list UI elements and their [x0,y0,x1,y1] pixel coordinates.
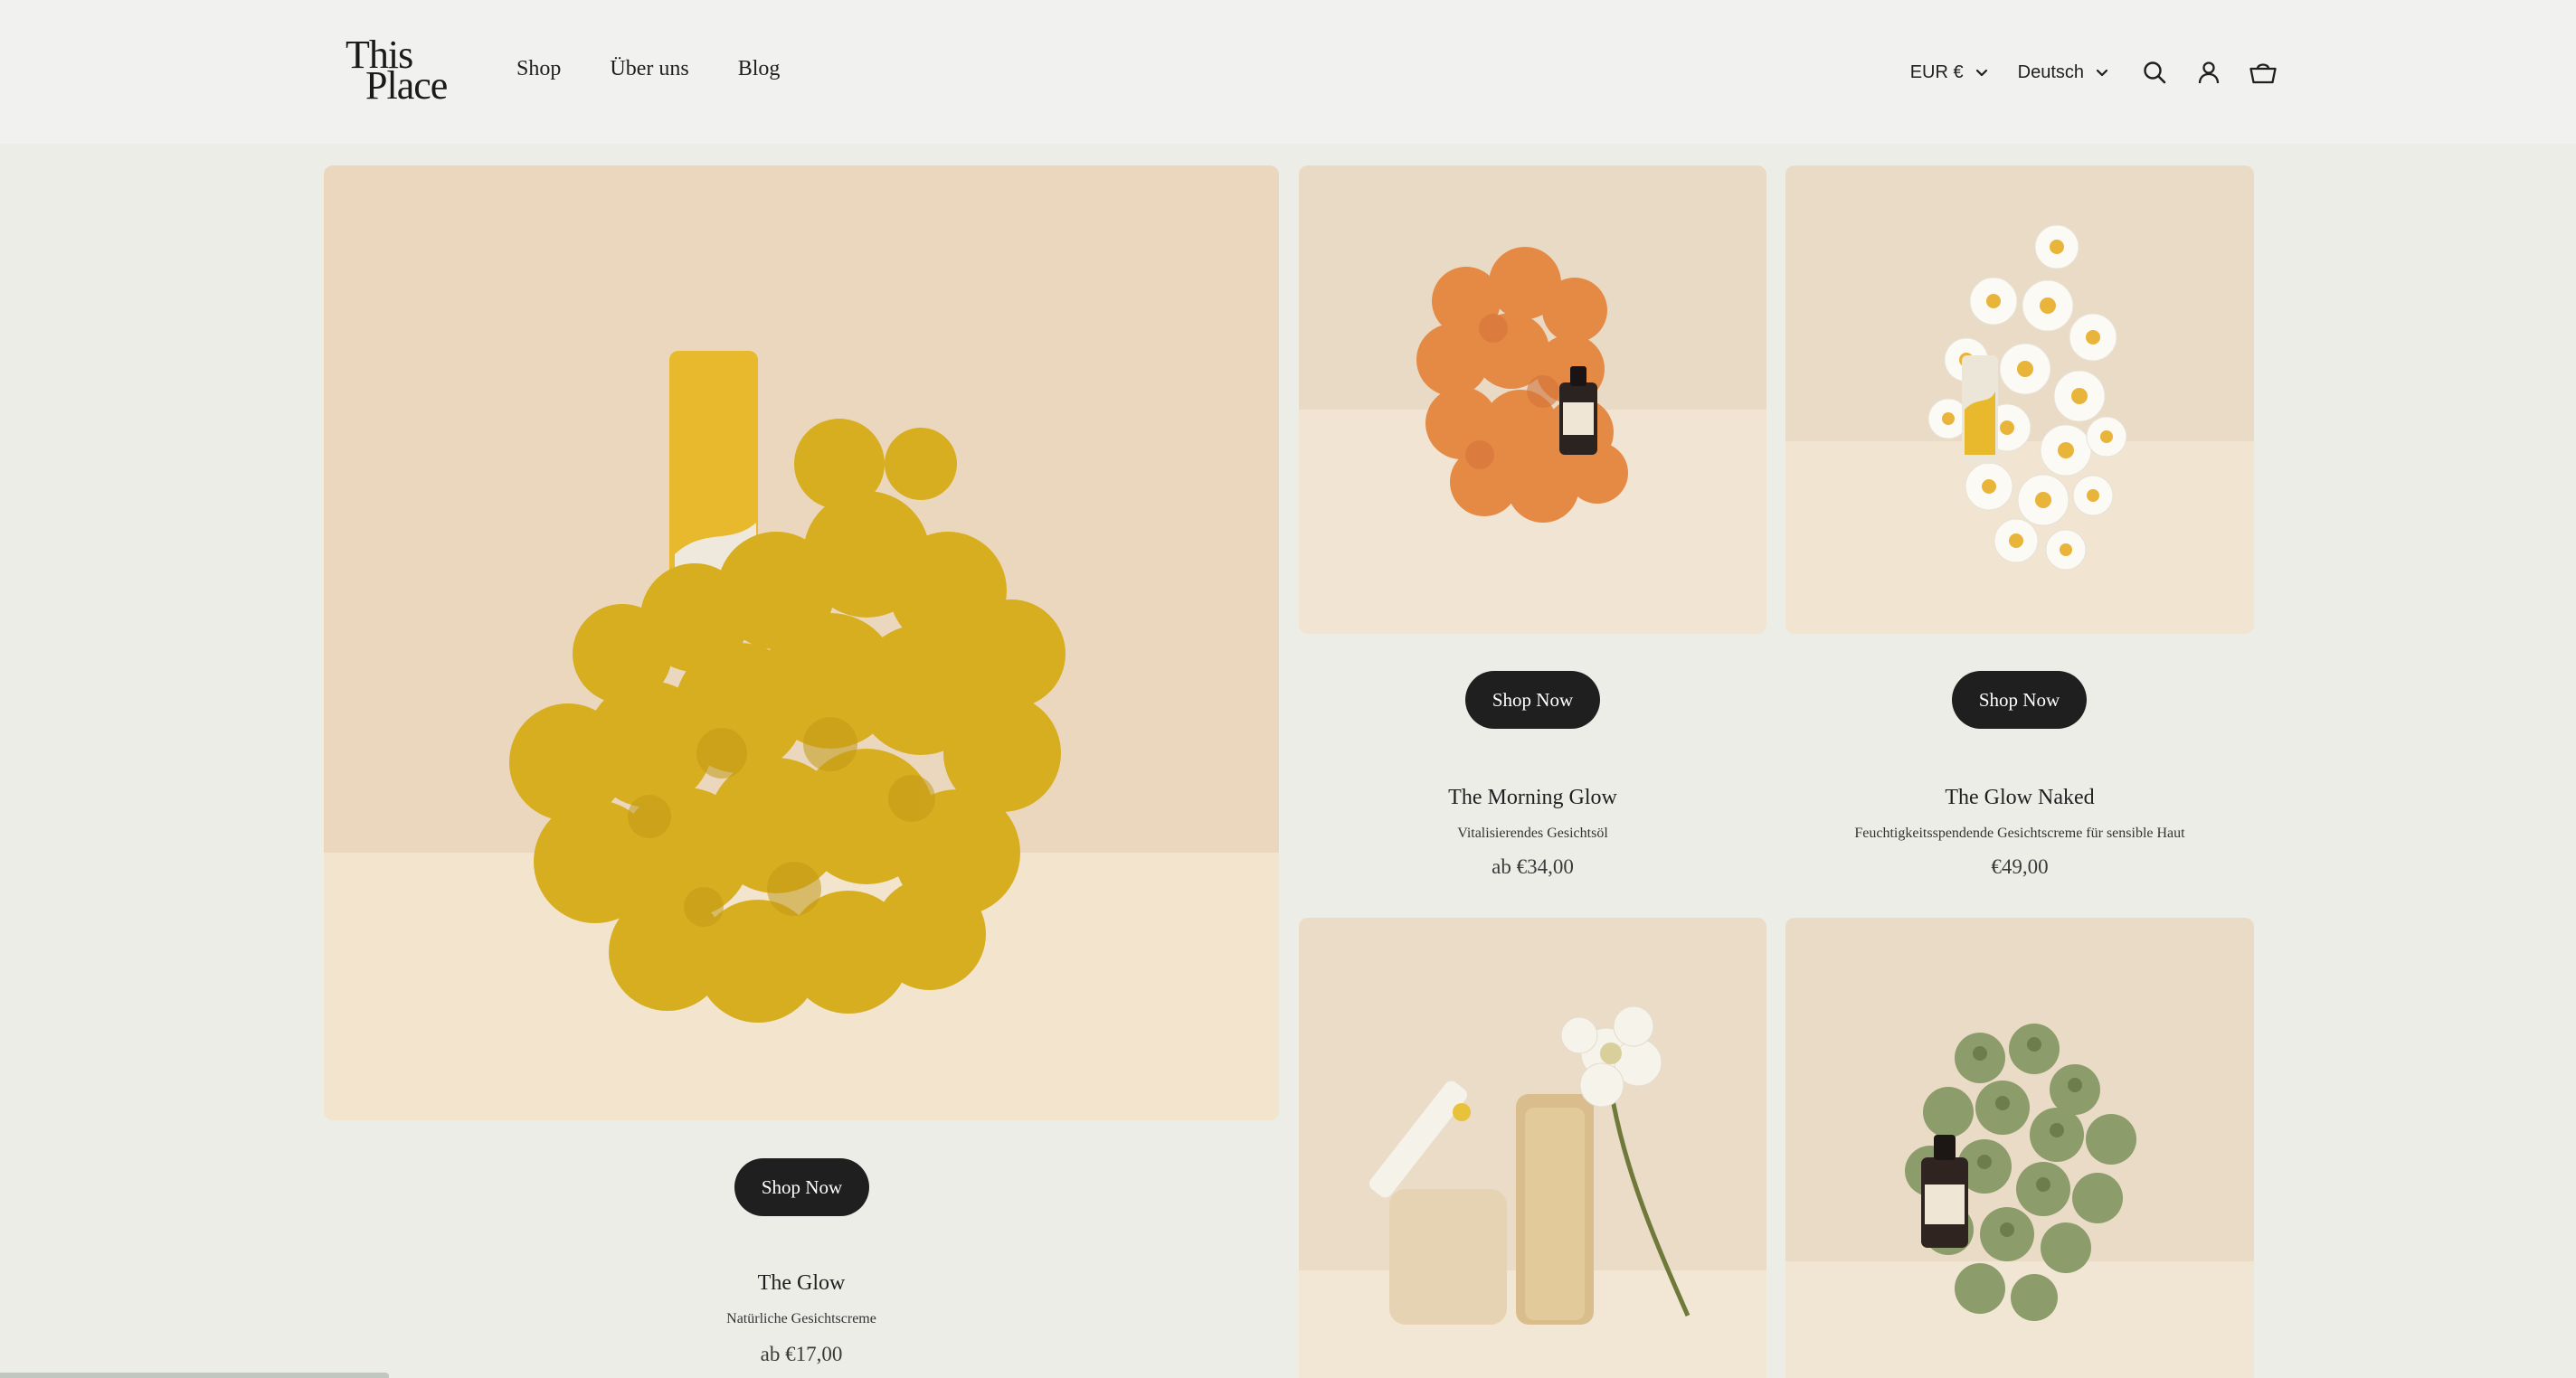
language-label: Deutsch [2017,61,2084,82]
currency-label: EUR € [1909,61,1964,82]
language-selector[interactable]: Deutsch [2018,62,2109,83]
chevron-down-icon [2096,69,2108,77]
shop-now-button-the-morning-glow[interactable]: Shop Now [1465,671,1600,729]
cart-button[interactable] [2249,58,2278,87]
product-image-the-glow-naked[interactable] [1785,165,2254,634]
cart-icon [2249,63,2277,84]
account-icon [2198,61,2220,84]
shop-now-button-the-glow-naked[interactable]: Shop Now [1952,671,2087,729]
product-subtitle: Vitalisierendes Gesichtsöl [1457,826,1608,841]
poppy-pods-image [1785,918,2254,1378]
product-price: €49,00 [1991,855,2049,878]
chevron-down-icon [1975,69,1987,77]
nav-blog[interactable]: Blog [738,57,781,81]
shop-now-button-the-glow[interactable]: Shop Now [734,1158,869,1216]
product-image-4[interactable] [1299,918,1766,1378]
product-price: ab €17,00 [760,1343,843,1365]
nav-about[interactable]: Über uns [610,57,688,81]
product-title[interactable]: The Glow [324,1271,1279,1296]
orange-dahlia-image [1299,165,1766,634]
site-header: This Place Shop Über uns Blog EUR € Deut… [0,0,2576,144]
product-subtitle: Natürliche Gesichtscreme [726,1311,876,1326]
product-image-the-morning-glow[interactable] [1299,165,1766,634]
daisy-flower-image [1785,165,2254,634]
brand-logo[interactable]: This Place [346,35,448,106]
search-button[interactable] [2140,58,2169,87]
product-title[interactable]: The Glow Naked [1785,786,2254,810]
currency-selector[interactable]: EUR € [1910,62,1989,83]
search-icon [2144,61,2166,84]
nav-shop[interactable]: Shop [516,57,561,81]
stone-and-flower-image [1299,918,1766,1378]
bottom-strip [0,1373,389,1378]
header-tools: EUR € Deutsch [1910,51,2278,94]
product-image-5[interactable] [1785,918,2254,1378]
product-subtitle: Feuchtigkeitsspendende Gesichtscreme für… [1854,826,2185,841]
product-title[interactable]: The Morning Glow [1299,786,1766,810]
product-price: ab €34,00 [1492,855,1574,878]
yarrow-flower-image: The Glow [324,165,1279,1120]
product-image-the-glow[interactable]: The Glow [324,165,1279,1120]
main-nav: Shop Über uns Blog [516,57,780,81]
account-button[interactable] [2194,58,2223,87]
